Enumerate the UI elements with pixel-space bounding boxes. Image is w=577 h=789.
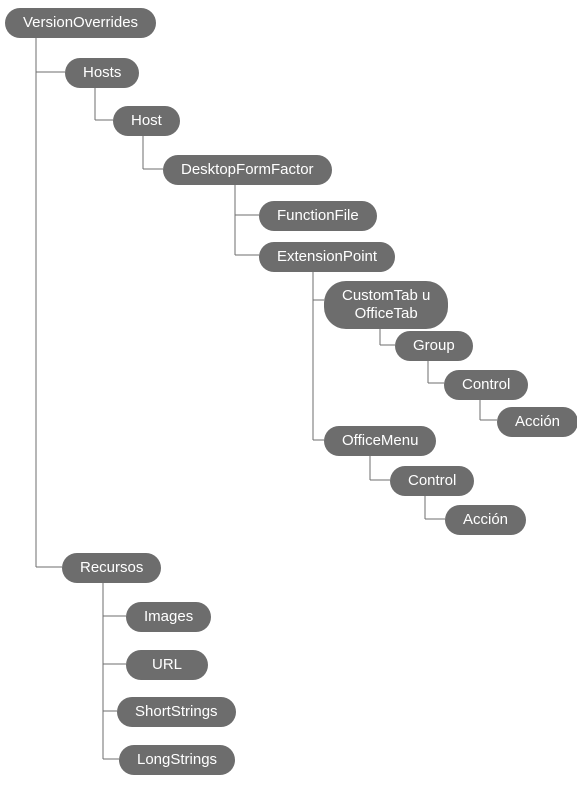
node-longstrings: LongStrings <box>119 745 235 775</box>
node-desktopformfactor: DesktopFormFactor <box>163 155 332 185</box>
node-shortstrings: ShortStrings <box>117 697 236 727</box>
node-recursos: Recursos <box>62 553 161 583</box>
node-officemenu: OfficeMenu <box>324 426 436 456</box>
node-accion-2: Acción <box>445 505 526 535</box>
node-host: Host <box>113 106 180 136</box>
node-customtab-officetab: CustomTab u OfficeTab <box>324 281 448 329</box>
node-hosts: Hosts <box>65 58 139 88</box>
node-extensionpoint: ExtensionPoint <box>259 242 395 272</box>
node-group: Group <box>395 331 473 361</box>
node-url: URL <box>126 650 208 680</box>
node-images: Images <box>126 602 211 632</box>
node-control-2: Control <box>390 466 474 496</box>
node-versionoverrides: VersionOverrides <box>5 8 156 38</box>
node-control-1: Control <box>444 370 528 400</box>
node-functionfile: FunctionFile <box>259 201 377 231</box>
node-accion-1: Acción <box>497 407 577 437</box>
